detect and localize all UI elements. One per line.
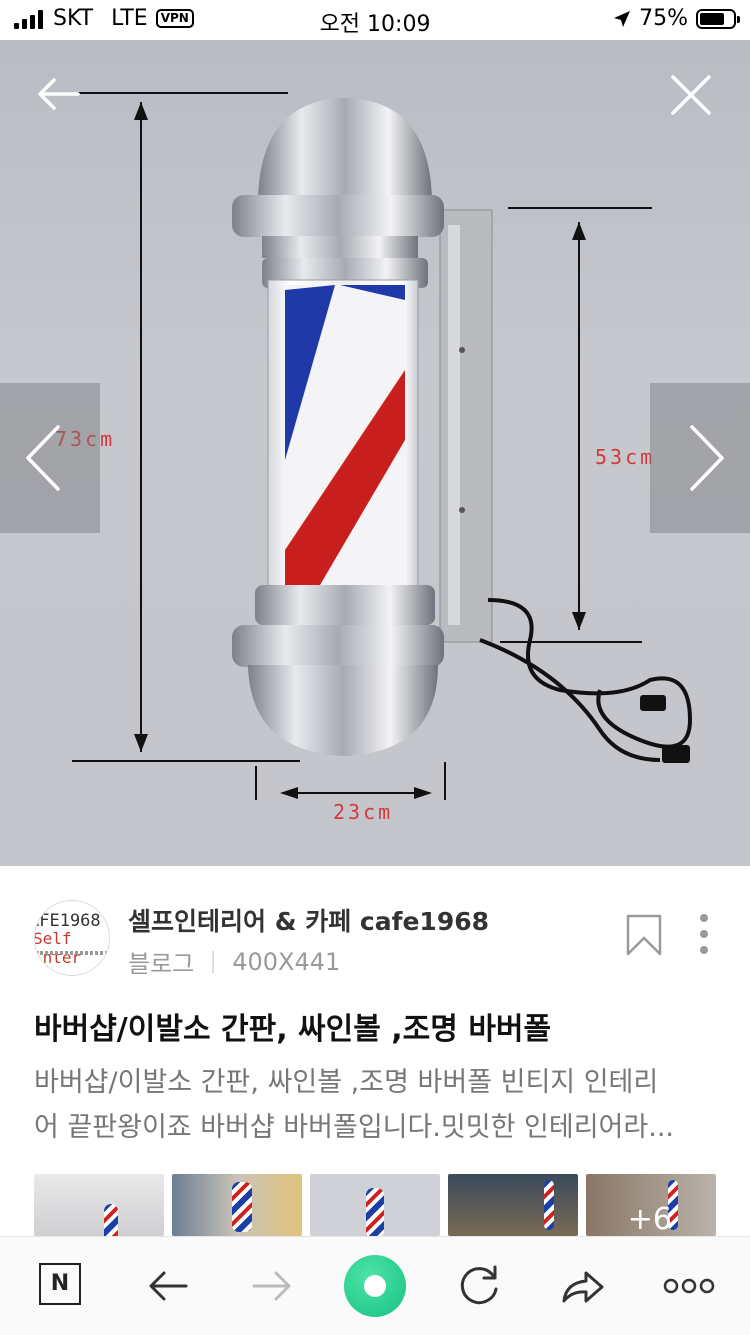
image-viewer[interactable]: 73cm 53cm 23cm xyxy=(0,40,750,866)
post-title[interactable]: 바버샵/이발소 간판, 싸인볼 ,조명 바버폴 xyxy=(34,1004,551,1048)
battery-icon xyxy=(696,8,740,29)
blog-meta: 블로그 400X441 xyxy=(128,944,340,979)
share-icon xyxy=(562,1271,604,1303)
chevron-right-icon xyxy=(690,425,724,491)
thumbnail[interactable] xyxy=(34,1174,164,1236)
avatar-text: AFE1968 xyxy=(34,911,101,931)
green-dot-icon xyxy=(364,1275,386,1297)
browser-toolbar: N xyxy=(0,1236,750,1335)
green-dot-button[interactable] xyxy=(344,1255,406,1317)
next-image-button[interactable] xyxy=(650,383,750,533)
bookmark-button[interactable] xyxy=(626,914,662,956)
thumbnail[interactable]: +6 xyxy=(586,1174,716,1236)
barber-pole-photo: 73cm 53cm 23cm xyxy=(55,92,693,824)
width-label: 23cm xyxy=(333,800,393,824)
image-size: 400X441 xyxy=(232,947,341,976)
arrow-right-icon xyxy=(252,1271,291,1301)
arrow-left-icon xyxy=(38,78,80,110)
avatar-subtext: Self inter xyxy=(34,929,82,967)
more-horizontal-icon xyxy=(663,1278,715,1294)
share-button[interactable] xyxy=(558,1261,608,1311)
source-type: 블로그 xyxy=(128,950,195,978)
bookmark-icon xyxy=(626,914,662,956)
blog-name[interactable]: 셀프인테리어 & 카페 cafe1968 xyxy=(128,902,489,938)
location-arrow-icon xyxy=(614,10,631,27)
arrow-left-icon xyxy=(149,1271,188,1301)
thumbnail[interactable] xyxy=(448,1174,578,1236)
post-description[interactable]: 바버샵/이발소 간판, 싸인볼 ,조명 바버폴 빈티지 인테리 어 끝판왕이죠 … xyxy=(34,1060,724,1150)
more-images-count: +6 xyxy=(627,1202,672,1236)
post-info: AFE1968 Self inter 셀프인테리어 & 카페 cafe1968 … xyxy=(0,866,750,1236)
thumbnail[interactable] xyxy=(172,1174,302,1236)
meta-divider xyxy=(212,950,215,973)
more-options-button[interactable] xyxy=(694,912,714,956)
more-vertical-icon xyxy=(700,914,708,954)
status-bar: SKT LTE VPN 오전 10:09 75% xyxy=(0,0,750,40)
close-icon xyxy=(671,75,711,115)
refresh-icon xyxy=(460,1265,498,1305)
close-button[interactable] xyxy=(666,70,716,120)
battery-percent: 75% xyxy=(639,6,688,31)
height-bracket-label: 53cm xyxy=(595,445,655,469)
chevron-left-icon xyxy=(26,425,60,491)
browser-forward-button[interactable] xyxy=(246,1261,296,1311)
more-options-menu-button[interactable] xyxy=(662,1261,716,1311)
description-line-2: 어 끝판왕이죠 바버샵 바버폴입니다.밋밋한 인테리어라... xyxy=(34,1112,674,1143)
browser-back-button[interactable] xyxy=(144,1261,194,1311)
naver-home-button[interactable]: N xyxy=(39,1263,81,1305)
back-button[interactable] xyxy=(34,70,84,120)
description-line-1: 바버샵/이발소 간판, 싸인볼 ,조명 바버폴 빈티지 인테리 xyxy=(34,1067,659,1098)
related-thumbnails: +6 xyxy=(34,1174,716,1236)
thumbnail[interactable] xyxy=(310,1174,440,1236)
blog-avatar[interactable]: AFE1968 Self inter xyxy=(34,900,110,976)
previous-image-button[interactable] xyxy=(0,383,100,533)
refresh-button[interactable] xyxy=(454,1261,504,1311)
avatar-fineprint xyxy=(35,951,109,955)
